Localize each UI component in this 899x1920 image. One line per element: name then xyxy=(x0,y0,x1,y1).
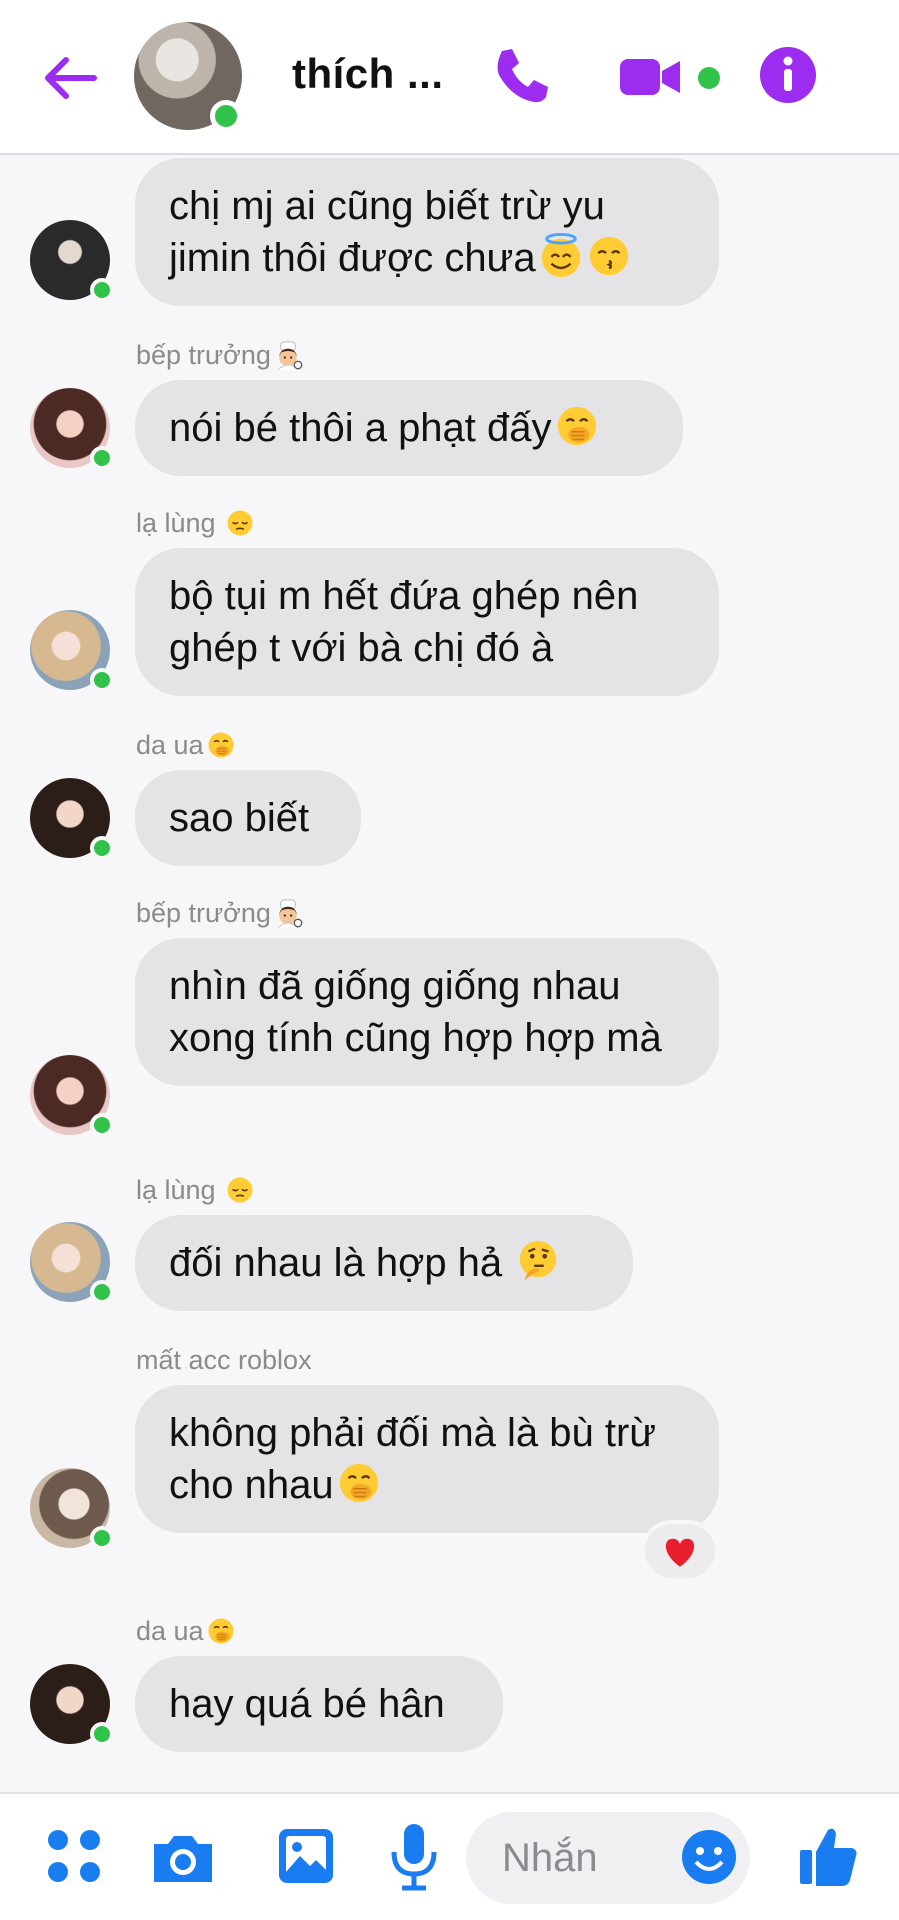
smiling-face-with-halo-icon xyxy=(539,233,582,279)
kissing-face-icon xyxy=(588,235,629,277)
video-online-dot xyxy=(698,67,720,89)
message-bubble[interactable]: bộ tụi m hết đứa ghép nên ghép t với bà … xyxy=(135,548,719,696)
avatar[interactable] xyxy=(30,388,114,470)
online-indicator xyxy=(210,100,242,132)
face-with-hand-over-mouth-icon xyxy=(207,1617,234,1645)
sender-name: lạ lùng xyxy=(136,1175,255,1206)
face-with-hand-over-mouth-icon xyxy=(338,1462,379,1504)
pensive-face-icon xyxy=(226,509,254,537)
message-text: đối nhau là hợp hả xyxy=(169,1241,503,1285)
avatar[interactable] xyxy=(30,1055,114,1137)
message-bubble[interactable]: nói bé thôi a phạt đấy xyxy=(135,380,683,476)
sender-name: da ua xyxy=(136,1616,236,1647)
message-text: hay quá bé hân xyxy=(169,1682,445,1726)
avatar[interactable] xyxy=(30,778,114,860)
message-text: bộ tụi m hết đứa ghép nên ghép t với bà … xyxy=(169,574,639,670)
avatar[interactable] xyxy=(30,220,114,302)
message-bubble[interactable]: nhìn đã giống giống nhau xong tính cũng … xyxy=(135,938,719,1086)
message-bubble[interactable]: chị mj ai cũng biết trừ yu jimin thôi đư… xyxy=(135,158,719,306)
avatar[interactable] xyxy=(30,1468,114,1550)
message-composer xyxy=(0,1792,899,1920)
avatar[interactable] xyxy=(30,610,114,692)
message-bubble[interactable]: hay quá bé hân xyxy=(135,1656,503,1752)
message-bubble[interactable]: sao biết xyxy=(135,770,361,866)
message-bubble[interactable]: đối nhau là hợp hả xyxy=(135,1215,633,1311)
face-with-hand-over-mouth-icon xyxy=(556,405,597,447)
sender-name: bếp trưởng xyxy=(136,898,303,929)
image-gallery-icon[interactable] xyxy=(276,1826,336,1886)
four-dots-menu-icon[interactable] xyxy=(46,1828,102,1884)
message-text: sao biết xyxy=(169,796,310,840)
message-bubble[interactable]: không phải đối mà là bù trừ cho nhau xyxy=(135,1385,719,1533)
avatar[interactable] xyxy=(30,1664,114,1746)
phone-icon[interactable] xyxy=(488,45,552,109)
sender-name: bếp trưởng xyxy=(136,340,303,371)
pensive-face-icon xyxy=(226,1176,254,1204)
cook-icon xyxy=(277,341,303,370)
thinking-face-icon xyxy=(518,1239,558,1282)
message-text: không phải đối mà là bù trừ cho nhau xyxy=(169,1411,657,1507)
smiley-icon[interactable] xyxy=(680,1828,738,1886)
avatar[interactable] xyxy=(30,1222,114,1304)
video-camera-icon[interactable] xyxy=(618,45,682,109)
face-with-hand-over-mouth-icon xyxy=(207,731,234,759)
sender-name: lạ lùng xyxy=(136,508,255,539)
thumbs-up-icon[interactable] xyxy=(798,1824,858,1886)
microphone-icon[interactable] xyxy=(388,1822,440,1892)
chat-title[interactable]: thích ... xyxy=(292,50,444,98)
red-heart-icon xyxy=(665,1538,695,1567)
sender-name: mất acc roblox xyxy=(136,1345,312,1375)
arrow-left-icon[interactable] xyxy=(40,50,100,106)
cook-icon xyxy=(277,899,303,928)
chat-header: thích ... xyxy=(0,0,899,155)
sender-name: da ua xyxy=(136,730,236,761)
reaction-badge[interactable] xyxy=(641,1520,719,1582)
camera-icon[interactable] xyxy=(150,1830,216,1886)
message-text: nói bé thôi a phạt đấy xyxy=(169,406,552,450)
info-icon[interactable] xyxy=(758,45,818,105)
message-text: nhìn đã giống giống nhau xong tính cũng … xyxy=(169,964,662,1060)
